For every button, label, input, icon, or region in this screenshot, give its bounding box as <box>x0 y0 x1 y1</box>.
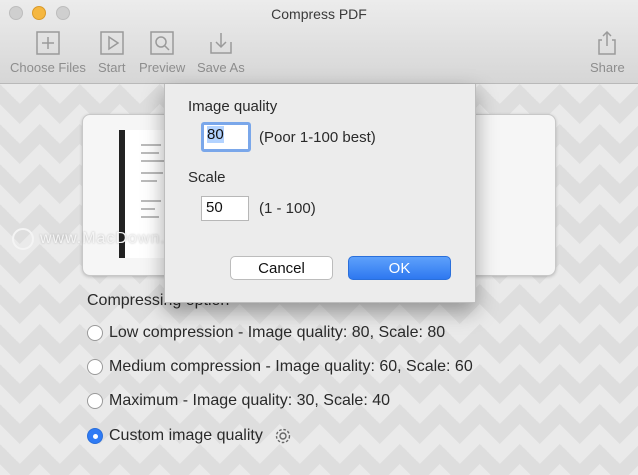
start-label: Start <box>98 60 126 75</box>
choose-files-button[interactable]: Choose Files <box>10 30 86 75</box>
custom-quality-dialog: Image quality 80 (Poor 1-100 best) Scale… <box>164 84 476 303</box>
preview-label: Preview <box>139 60 186 75</box>
scale-label: Scale <box>188 169 226 186</box>
image-quality-label: Image quality <box>188 98 278 115</box>
gear-icon[interactable] <box>273 426 293 446</box>
image-quality-input[interactable]: 80 <box>201 122 251 152</box>
plus-icon <box>36 31 60 55</box>
magnifier-icon <box>150 31 174 55</box>
image-quality-value: 80 <box>207 126 224 143</box>
ok-button[interactable]: OK <box>348 256 451 280</box>
window-titlebar: Compress PDF Choose Files Start Preview … <box>0 0 638 84</box>
scale-input[interactable]: 50 <box>201 196 249 221</box>
option-medium-compression[interactable]: Medium compression - Image quality: 60, … <box>87 358 473 376</box>
window-title: Compress PDF <box>271 6 367 22</box>
radio-maximum[interactable] <box>87 393 103 409</box>
preview-button[interactable]: Preview <box>139 30 185 75</box>
save-as-button[interactable]: Save As <box>197 30 245 75</box>
option-label: Low compression - Image quality: 80, Sca… <box>109 324 446 341</box>
option-maximum-compression[interactable]: Maximum - Image quality: 30, Scale: 40 <box>87 392 390 410</box>
option-label: Custom image quality <box>109 427 263 444</box>
play-icon <box>99 31 124 55</box>
image-quality-hint: (Poor 1-100 best) <box>259 129 376 146</box>
radio-custom[interactable] <box>87 428 103 444</box>
option-label: Maximum - Image quality: 30, Scale: 40 <box>109 392 391 409</box>
option-low-compression[interactable]: Low compression - Image quality: 80, Sca… <box>87 324 445 342</box>
share-label: Share <box>590 60 625 75</box>
option-custom-quality[interactable]: Custom image quality <box>87 426 293 446</box>
radio-low[interactable] <box>87 325 103 341</box>
share-icon <box>598 30 617 55</box>
choose-files-label: Choose Files <box>10 60 86 75</box>
cancel-button[interactable]: Cancel <box>230 256 333 280</box>
start-button[interactable]: Start <box>98 30 125 75</box>
scale-value: 50 <box>206 199 223 216</box>
option-label: Medium compression - Image quality: 60, … <box>109 358 473 375</box>
scale-hint: (1 - 100) <box>259 200 316 217</box>
radio-medium[interactable] <box>87 359 103 375</box>
share-button[interactable]: Share <box>590 30 625 75</box>
watermark-logo-icon <box>12 228 34 250</box>
download-icon <box>210 33 232 54</box>
save-as-label: Save As <box>197 60 245 75</box>
